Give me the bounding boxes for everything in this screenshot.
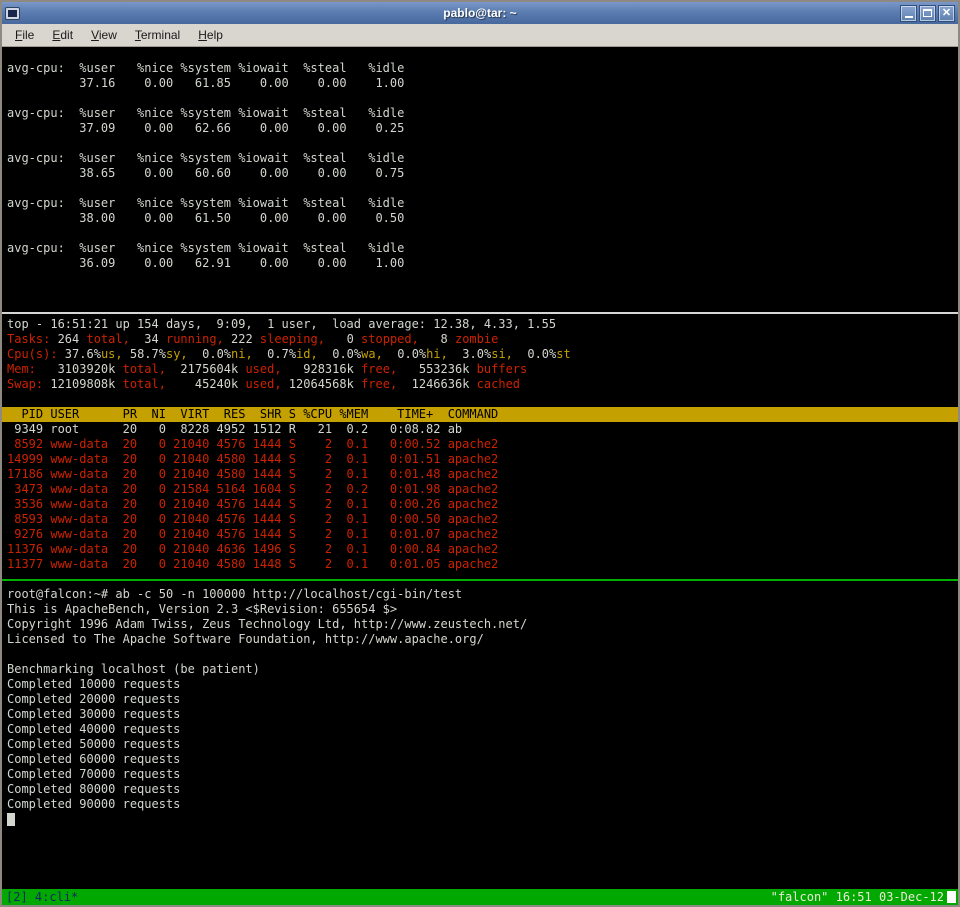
terminal-cursor [7, 813, 15, 826]
terminal-window: pablo@tar: ~ ✕ FileEditViewTerminalHelp … [0, 0, 960, 907]
window-title: pablo@tar: ~ [2, 2, 958, 24]
iostat-line: 37.16 0.00 61.85 0.00 0.00 1.00 [2, 76, 958, 91]
iostat-line: 38.00 0.00 61.50 0.00 0.00 0.50 [2, 211, 958, 226]
apachebench-line: Completed 70000 requests [2, 767, 958, 782]
window-controls: ✕ [900, 5, 955, 22]
iostat-line [2, 136, 958, 151]
menu-view[interactable]: View [82, 25, 126, 45]
process-row: 14999 www-data 20 0 21040 4580 1444 S 2 … [2, 452, 958, 467]
iostat-line [2, 181, 958, 196]
pane-top: top - 16:51:21 up 154 days, 9:09, 1 user… [2, 314, 958, 579]
iostat-line: avg-cpu: %user %nice %system %iowait %st… [2, 151, 958, 166]
apachebench-line: Completed 30000 requests [2, 707, 958, 722]
apachebench-line: Licensed to The Apache Software Foundati… [2, 632, 958, 647]
pane-apachebench: root@falcon:~# ab -c 50 -n 100000 http:/… [2, 581, 958, 889]
top-summary-line: Cpu(s): 37.6%us, 58.7%sy, 0.0%ni, 0.7%id… [2, 347, 958, 362]
statusbar-window-list: [2] 4:cli* [6, 889, 78, 905]
close-button[interactable]: ✕ [938, 5, 955, 22]
minimize-button[interactable] [900, 5, 917, 22]
iostat-line: avg-cpu: %user %nice %system %iowait %st… [2, 196, 958, 211]
iostat-line: 38.65 0.00 60.60 0.00 0.00 0.75 [2, 166, 958, 181]
apachebench-line: Copyright 1996 Adam Twiss, Zeus Technolo… [2, 617, 958, 632]
apachebench-line: Completed 10000 requests [2, 677, 958, 692]
apachebench-line: Completed 80000 requests [2, 782, 958, 797]
apachebench-line: Completed 90000 requests [2, 797, 958, 812]
menu-edit[interactable]: Edit [43, 25, 82, 45]
pane-iostat: avg-cpu: %user %nice %system %iowait %st… [2, 47, 958, 312]
process-table: 9349 root 20 0 8228 4952 1512 R 21 0.2 0… [2, 422, 958, 572]
iostat-line: avg-cpu: %user %nice %system %iowait %st… [2, 241, 958, 256]
terminal-app-icon [5, 7, 20, 20]
statusbar-right: "falcon" 16:51 03-Dec-12 [771, 889, 956, 905]
statusbar-host-time: "falcon" 16:51 03-Dec-12 [771, 889, 944, 905]
apachebench-line: root@falcon:~# ab -c 50 -n 100000 http:/… [2, 587, 958, 602]
menu-help[interactable]: Help [189, 25, 232, 45]
top-summary-line: Mem: 3103920k total, 2175604k used, 9283… [2, 362, 958, 377]
iostat-output: avg-cpu: %user %nice %system %iowait %st… [2, 61, 958, 271]
apachebench-line: Completed 60000 requests [2, 752, 958, 767]
apachebench-output: root@falcon:~# ab -c 50 -n 100000 http:/… [2, 587, 958, 812]
process-row: 11377 www-data 20 0 21040 4580 1448 S 2 … [2, 557, 958, 572]
process-row: 9349 root 20 0 8228 4952 1512 R 21 0.2 0… [2, 422, 958, 437]
top-summary-line: Tasks: 264 total, 34 running, 222 sleepi… [2, 332, 958, 347]
process-row: 3536 www-data 20 0 21040 4576 1444 S 2 0… [2, 497, 958, 512]
iostat-line [2, 226, 958, 241]
apachebench-line [2, 647, 958, 662]
apachebench-line: Completed 20000 requests [2, 692, 958, 707]
maximize-icon [923, 9, 932, 17]
menubar: FileEditViewTerminalHelp [2, 24, 958, 47]
process-table-header: PID USER PR NI VIRT RES SHR S %CPU %MEM … [2, 407, 958, 422]
menu-file[interactable]: File [6, 25, 43, 45]
iostat-line: avg-cpu: %user %nice %system %iowait %st… [2, 61, 958, 76]
iostat-line: avg-cpu: %user %nice %system %iowait %st… [2, 106, 958, 121]
process-row: 17186 www-data 20 0 21040 4580 1444 S 2 … [2, 467, 958, 482]
iostat-line: 37.09 0.00 62.66 0.00 0.00 0.25 [2, 121, 958, 136]
process-row: 3473 www-data 20 0 21584 5164 1604 S 2 0… [2, 482, 958, 497]
process-row: 8592 www-data 20 0 21040 4576 1444 S 2 0… [2, 437, 958, 452]
top-summary-line: Swap: 12109808k total, 45240k used, 1206… [2, 377, 958, 392]
process-row: 8593 www-data 20 0 21040 4576 1444 S 2 0… [2, 512, 958, 527]
terminal-screen[interactable]: avg-cpu: %user %nice %system %iowait %st… [2, 47, 958, 905]
apachebench-line: Completed 50000 requests [2, 737, 958, 752]
iostat-line [2, 91, 958, 106]
statusbar-corner-box [947, 891, 956, 903]
iostat-line: 36.09 0.00 62.91 0.00 0.00 1.00 [2, 256, 958, 271]
apachebench-line: Completed 40000 requests [2, 722, 958, 737]
top-summary-line [2, 392, 958, 407]
titlebar[interactable]: pablo@tar: ~ ✕ [2, 2, 958, 24]
apachebench-line: This is ApacheBench, Version 2.3 <$Revis… [2, 602, 958, 617]
screen-statusbar: [2] 4:cli* "falcon" 16:51 03-Dec-12 [2, 889, 958, 905]
minimize-icon [905, 16, 913, 18]
maximize-button[interactable] [919, 5, 936, 22]
top-summary-line: top - 16:51:21 up 154 days, 9:09, 1 user… [2, 317, 958, 332]
menu-terminal[interactable]: Terminal [126, 25, 189, 45]
apachebench-line: Benchmarking localhost (be patient) [2, 662, 958, 677]
process-row: 11376 www-data 20 0 21040 4636 1496 S 2 … [2, 542, 958, 557]
close-icon: ✕ [942, 8, 951, 19]
top-summary: top - 16:51:21 up 154 days, 9:09, 1 user… [2, 317, 958, 407]
process-row: 9276 www-data 20 0 21040 4576 1444 S 2 0… [2, 527, 958, 542]
